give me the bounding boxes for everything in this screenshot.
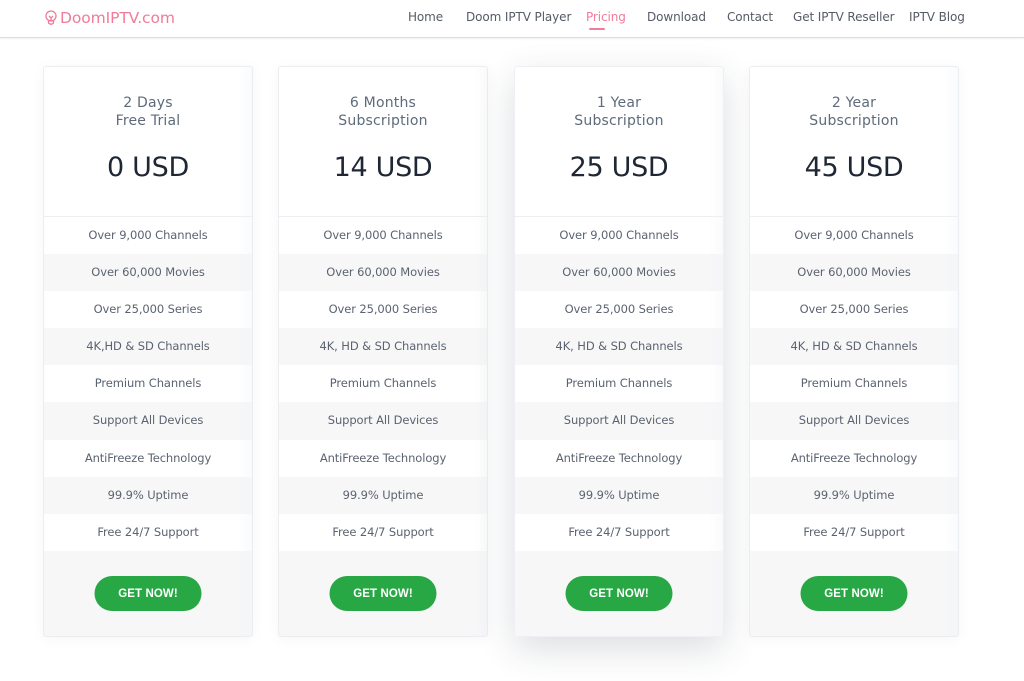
nav-doom-iptv-player[interactable]: Doom IPTV Player: [466, 10, 571, 24]
pricing-card-1: 2 Days Free Trial 0 USD Over 9,000 Chann…: [43, 66, 253, 637]
feature-item: 99.9% Uptime: [279, 476, 487, 514]
feature-item: Over 9,000 Channels: [279, 217, 487, 255]
active-nav-underline: [589, 28, 605, 30]
feature-item: 4K, HD & SD Channels: [750, 328, 958, 366]
feature-item: AntiFreeze Technology: [279, 439, 487, 477]
plan-title: 6 Months Subscription: [279, 95, 487, 130]
feature-item: 99.9% Uptime: [44, 476, 252, 514]
feature-item: 99.9% Uptime: [515, 476, 723, 514]
get-now-button[interactable]: GET NOW!: [800, 576, 908, 611]
feature-item: Support All Devices: [279, 402, 487, 440]
nav-pricing[interactable]: Pricing: [586, 10, 626, 24]
feature-item: Over 25,000 Series: [750, 291, 958, 329]
feature-item: Over 25,000 Series: [44, 291, 252, 329]
plan-price: 25 USD: [569, 152, 669, 183]
nav-download[interactable]: Download: [647, 10, 706, 24]
plan-title-line1: 2 Days: [123, 95, 173, 111]
plan-price: 45 USD: [804, 152, 904, 183]
pricing-card-3: 1 Year Subscription 25 USD Over 9,000 Ch…: [514, 66, 724, 637]
plan-title: 2 Year Subscription: [750, 95, 958, 130]
plan-price: 0 USD: [107, 152, 189, 183]
feature-item: Premium Channels: [279, 365, 487, 403]
feature-item: Premium Channels: [44, 365, 252, 403]
feature-item: Premium Channels: [750, 365, 958, 403]
feature-item: 4K,HD & SD Channels: [44, 328, 252, 366]
feature-item: Over 9,000 Channels: [515, 217, 723, 255]
feature-list: Over 9,000 Channels Over 60,000 Movies Ove…: [279, 217, 487, 551]
feature-item: 4K, HD & SD Channels: [515, 328, 723, 366]
plan-price: 14 USD: [333, 152, 433, 183]
nav-get-iptv-reseller[interactable]: Get IPTV Reseller: [793, 10, 895, 24]
plan-title: 1 Year Subscription: [515, 95, 723, 130]
feature-list: Over 9,000 Channels Over 60,000 Movies Ove…: [44, 217, 252, 551]
plan-title-line1: 2 Year: [831, 95, 877, 111]
plan-title-line2: Subscription: [809, 112, 899, 129]
feature-item: Over 60,000 Movies: [44, 254, 252, 292]
feature-item: Support All Devices: [515, 402, 723, 440]
feature-item: Over 25,000 Series: [279, 291, 487, 329]
pricing-card-header: 2 Days Free Trial 0 USD: [44, 67, 252, 217]
plan-title-line1: 1 Year: [596, 95, 642, 111]
nav-home[interactable]: Home: [408, 10, 443, 24]
get-now-button[interactable]: GET NOW!: [94, 576, 202, 611]
feature-item: Support All Devices: [750, 402, 958, 440]
feature-item: AntiFreeze Technology: [750, 439, 958, 477]
nav-contact[interactable]: Contact: [727, 10, 773, 24]
feature-item: Over 60,000 Movies: [515, 254, 723, 292]
feature-item: Free 24/7 Support: [515, 513, 723, 551]
pricing-card-footer: GET NOW!: [515, 551, 723, 636]
main-nav: Home Doom IPTV Player Pricing Download C…: [0, 0, 1024, 38]
pricing-card-footer: GET NOW!: [750, 551, 958, 636]
nav-iptv-blog[interactable]: IPTV Blog: [909, 10, 965, 24]
feature-item: Free 24/7 Support: [44, 513, 252, 551]
feature-item: Over 60,000 Movies: [750, 254, 958, 292]
feature-list: Over 9,000 Channels Over 60,000 Movies Ove…: [515, 217, 723, 551]
pricing-card-header: 1 Year Subscription 25 USD: [515, 67, 723, 217]
feature-item: Over 25,000 Series: [515, 291, 723, 329]
feature-item: 99.9% Uptime: [750, 476, 958, 514]
plan-title-line2: Free Trial: [115, 112, 181, 129]
plan-title-line1: 6 Months: [349, 95, 417, 111]
pricing-card-2: 6 Months Subscription 14 USD Over 9,000 …: [278, 66, 488, 637]
pricing-card-footer: GET NOW!: [279, 551, 487, 636]
plan-title-line2: Subscription: [338, 112, 428, 129]
feature-list: Over 9,000 Channels Over 60,000 Movies Ove…: [750, 217, 958, 551]
plan-title-line2: Subscription: [574, 112, 664, 129]
site-header: DoomIPTV.com Home Doom IPTV Player Prici…: [0, 0, 1024, 38]
feature-item: Free 24/7 Support: [279, 513, 487, 551]
pricing-card-footer: GET NOW!: [44, 551, 252, 636]
get-now-button[interactable]: GET NOW!: [329, 576, 437, 611]
feature-item: Over 9,000 Channels: [750, 217, 958, 255]
feature-item: 4K, HD & SD Channels: [279, 328, 487, 366]
feature-item: Over 9,000 Channels: [44, 217, 252, 255]
feature-item: AntiFreeze Technology: [515, 439, 723, 477]
feature-item: AntiFreeze Technology: [44, 439, 252, 477]
feature-item: Support All Devices: [44, 402, 252, 440]
pricing-card-header: 6 Months Subscription 14 USD: [279, 67, 487, 217]
feature-item: Free 24/7 Support: [750, 513, 958, 551]
feature-item: Over 60,000 Movies: [279, 254, 487, 292]
pricing-card-4: 2 Year Subscription 45 USD Over 9,000 Ch…: [749, 66, 959, 637]
feature-item: Premium Channels: [515, 365, 723, 403]
get-now-button[interactable]: GET NOW!: [565, 576, 673, 611]
plan-title: 2 Days Free Trial: [44, 95, 252, 130]
pricing-card-header: 2 Year Subscription 45 USD: [750, 67, 958, 217]
